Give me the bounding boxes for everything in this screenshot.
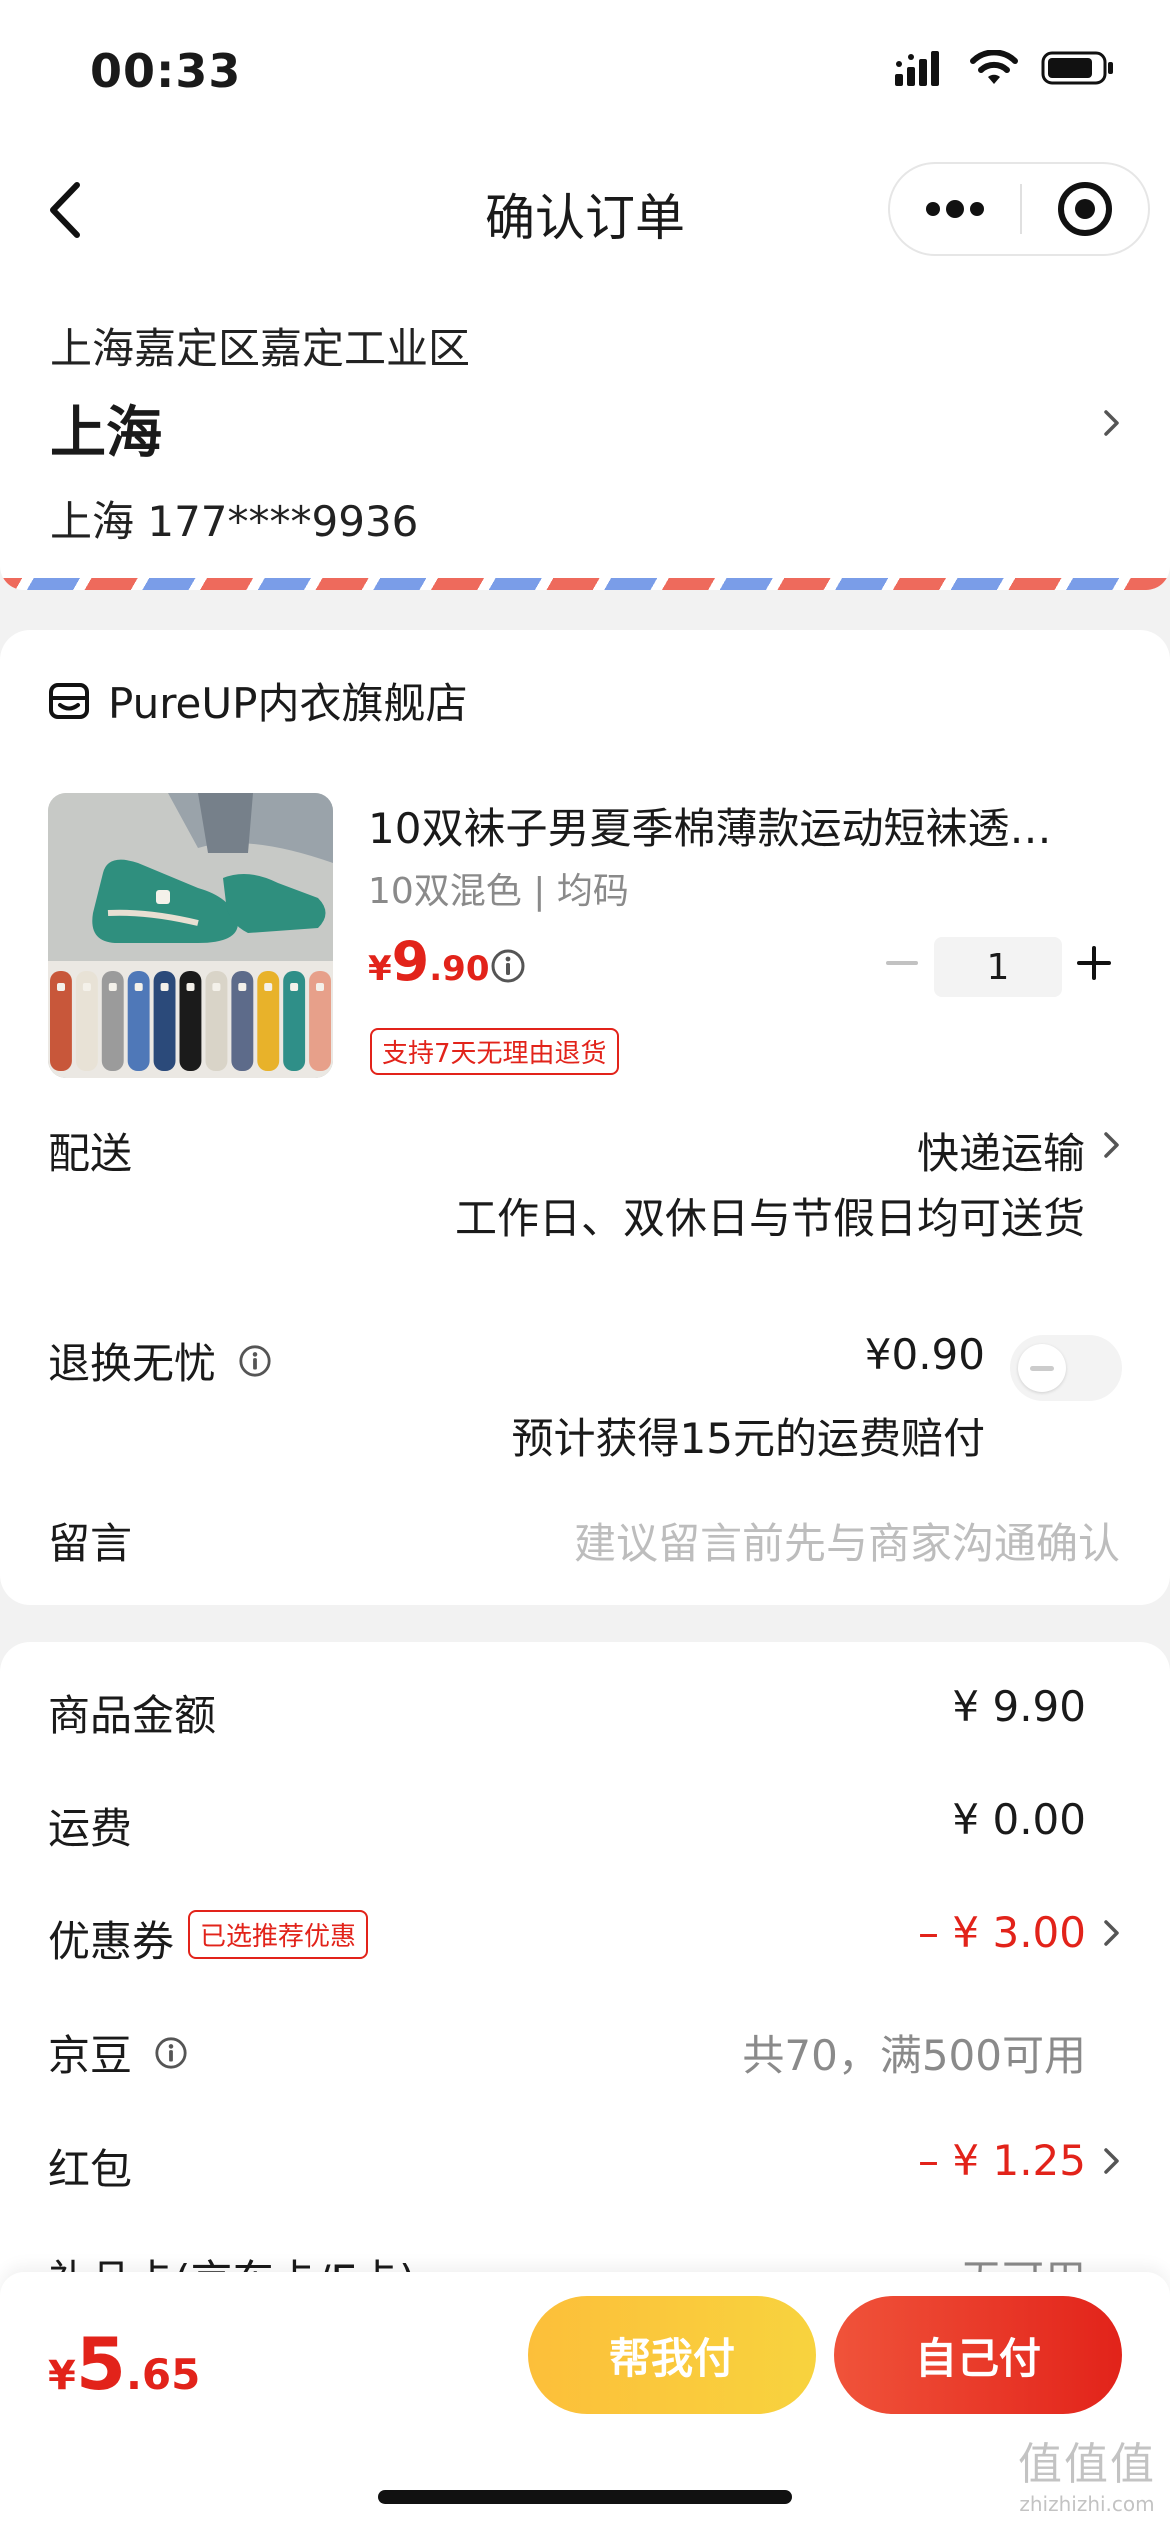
coupon-label: 优惠券	[48, 1917, 175, 1966]
target-circle-icon	[1058, 182, 1112, 236]
price-symbol: ¥	[368, 949, 392, 989]
quantity-increase-button[interactable]	[1072, 938, 1116, 988]
minus-icon	[886, 961, 918, 965]
return-insurance-price: ¥0.90	[864, 1330, 985, 1379]
beans-value: 共70，满500可用	[742, 2031, 1086, 2080]
help-pay-button[interactable]: 帮我付	[528, 2296, 816, 2414]
sock-logo	[264, 983, 273, 991]
chevron-right-icon[interactable]	[1102, 1130, 1122, 1160]
coupon-tag: 已选推荐优惠	[188, 1910, 369, 1959]
sock-logo	[316, 983, 324, 991]
status-bar: 00:33	[0, 0, 1170, 150]
more-button[interactable]	[890, 164, 1020, 254]
delivery-note: 工作日、双休日与节假日均可送货	[454, 1194, 1085, 1243]
status-time: 00:33	[90, 44, 242, 98]
beans-row: 京豆	[48, 2022, 188, 2083]
sock-logo	[134, 983, 143, 991]
total-decimal: .65	[125, 2350, 201, 2399]
product-image[interactable]	[48, 793, 333, 1078]
info-icon[interactable]	[154, 2036, 188, 2070]
battery-icon	[1041, 51, 1113, 85]
address-card[interactable]: 上海嘉定区嘉定工业区 上海 上海 177****9936	[0, 270, 1170, 590]
return-insurance-label: 退换无忧	[48, 1339, 217, 1388]
chevron-right-icon[interactable]	[1102, 2146, 1122, 2176]
message-label: 留言	[48, 1519, 133, 1568]
store-icon	[49, 682, 89, 719]
price-integer: 9	[391, 930, 430, 993]
product-spec[interactable]: 10双混色 | 均码	[368, 862, 629, 914]
sock-logo	[186, 983, 195, 991]
return-insurance-row: 退换无忧	[48, 1330, 272, 1391]
price-decimal: .90	[429, 949, 490, 989]
close-mini-program-button[interactable]	[1022, 164, 1148, 254]
toggle-knob	[1018, 1344, 1066, 1392]
address-region: 上海嘉定区嘉定工业区	[50, 324, 471, 373]
self-pay-button[interactable]: 自己付	[834, 2296, 1122, 2414]
watermark-logo: 值值值	[1018, 2439, 1156, 2490]
coupon-value[interactable]: – ¥ 3.00	[918, 1908, 1086, 1957]
shipping-label: 运费	[48, 1804, 133, 1853]
shop-name: PureUP内衣旗舰店	[108, 679, 468, 728]
product-photo	[48, 793, 333, 1078]
order-summary-card: 商品金额 ¥ 9.90 运费 ¥ 0.00 优惠券 已选推荐优惠 – ¥ 3.0…	[0, 1642, 1170, 2342]
sock-logo	[82, 983, 91, 991]
red-packet-value[interactable]: – ¥ 1.25	[918, 2136, 1086, 2185]
sock-logo	[108, 983, 117, 991]
plus-icon	[1077, 946, 1111, 980]
watermark: 值值值 zhizhizhi.com	[1018, 2428, 1156, 2516]
address-detail: 上海	[50, 401, 162, 466]
checkout-bar: ¥ 5 .65 帮我付 自己付 值值值 zhizhizhi.com	[0, 2272, 1170, 2532]
nav-bar: 确认订单	[0, 150, 1170, 270]
total-symbol: ¥	[48, 2353, 76, 2399]
delivery-method[interactable]: 快递运输	[917, 1120, 1085, 1181]
goods-amount-value: ¥ 9.90	[952, 1682, 1086, 1731]
sock-logo	[57, 983, 65, 991]
shipping-value: ¥ 0.00	[952, 1795, 1086, 1844]
shop-header[interactable]: PureUP内衣旗舰店	[48, 670, 467, 731]
wifi-icon	[970, 50, 1018, 84]
goods-amount-label: 商品金额	[48, 1691, 217, 1740]
total-integer: 5	[75, 2322, 126, 2406]
red-packet-label: 红包	[48, 2145, 133, 2194]
quantity-decrease-button[interactable]	[880, 942, 924, 986]
mini-program-capsule	[888, 162, 1150, 256]
watermark-url: zhizhizhi.com	[1019, 2492, 1155, 2516]
chevron-right-icon[interactable]	[1102, 1918, 1122, 1948]
return-insurance-note: 预计获得15元的运费赔付	[511, 1414, 985, 1463]
sock-logo	[212, 983, 221, 991]
sock-logo	[290, 983, 299, 991]
message-input[interactable]: 建议留言前先与商家沟通确认	[574, 1510, 1120, 1571]
return-insurance-toggle[interactable]	[1010, 1335, 1122, 1401]
product-title[interactable]: 10双袜子男夏季棉薄款运动短袜透气船袜	[368, 795, 1088, 856]
total-price: ¥ 5 .65	[48, 2322, 200, 2406]
chevron-right-icon	[1104, 410, 1119, 436]
quantity-input[interactable]: 1	[934, 937, 1062, 997]
sock-logo	[238, 983, 247, 991]
status-icons	[895, 50, 1115, 86]
info-icon[interactable]	[490, 948, 526, 984]
shop-card: PureUP内衣旗舰店 10双袜子男夏季棉薄款运动短袜透气船袜 10双混色 | …	[0, 630, 1170, 1605]
product-price: ¥ 9 .90	[368, 930, 489, 993]
delivery-label: 配送	[48, 1129, 133, 1178]
beans-label: 京豆	[48, 2031, 133, 2080]
airmail-stripe	[0, 578, 1170, 590]
info-icon[interactable]	[238, 1344, 272, 1378]
return-policy-tag: 支持7天无理由退货	[370, 1028, 619, 1075]
more-dots-icon	[926, 200, 984, 218]
cellular-signal-icon	[895, 51, 939, 86]
address-contact: 上海 177****9936	[50, 497, 419, 546]
home-indicator[interactable]	[378, 2490, 792, 2504]
sock-logo	[160, 983, 169, 991]
